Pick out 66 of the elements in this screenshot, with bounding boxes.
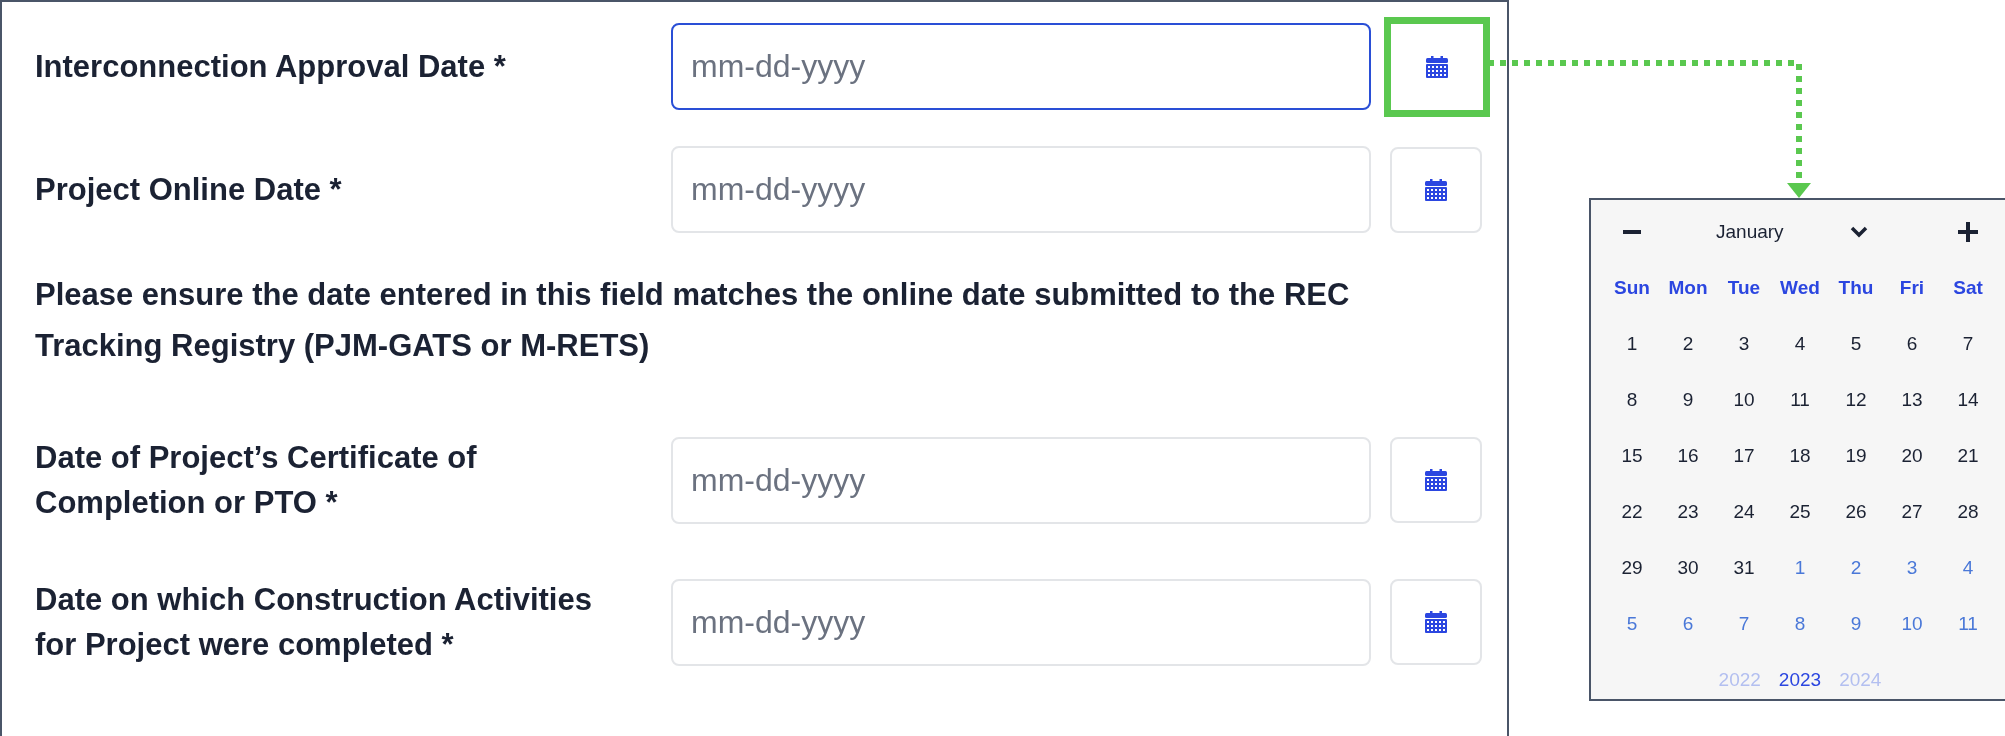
calendar-day[interactable]: 11 [1772,389,1828,411]
field-label: Date of Project’s Certificate of Completion or PTO * [35,439,478,522]
calendar-day[interactable]: 14 [1940,389,1996,411]
calendar-day[interactable]: 31 [1716,557,1772,579]
calendar-day[interactable]: 4 [1940,557,1996,579]
calendar-day[interactable]: 20 [1884,445,1940,467]
calendar-day[interactable]: 27 [1884,501,1940,523]
calendar-icon [1425,611,1447,633]
calendar-day[interactable]: 3 [1716,333,1772,355]
calendar-day[interactable]: 18 [1772,445,1828,467]
calendar-day[interactable]: 29 [1604,557,1660,579]
weekday-label: Sat [1952,277,1984,299]
field-label: Interconnection Approval Date * [35,48,507,86]
calendar-button[interactable] [1390,579,1482,665]
calendar-day[interactable]: 30 [1660,557,1716,579]
calendar-button[interactable] [1390,437,1482,523]
calendar-button[interactable] [1390,146,1482,233]
weekday-label: Tue [1726,277,1762,299]
calendar-day[interactable]: 10 [1884,613,1940,635]
calendar-day[interactable]: 7 [1716,613,1772,635]
calendar-day[interactable]: 8 [1772,613,1828,635]
year-option[interactable]: 2023 [1778,669,1822,691]
calendar-day[interactable]: 12 [1828,389,1884,411]
weekday-label: Fri [1898,277,1926,299]
calendar-day[interactable]: 13 [1884,389,1940,411]
calendar-day[interactable]: 4 [1772,333,1828,355]
field-label: Project Online Date * [35,171,343,209]
note-text: Please ensure the date entered in this field matches the online date submitted to the REC Tracking Registry (PJM-GATS or M-RETS) [35,276,1351,365]
calendar-day[interactable]: 11 [1940,613,1996,635]
calendar-day[interactable]: 9 [1828,613,1884,635]
calendar-day[interactable]: 10 [1716,389,1772,411]
calendar-day[interactable]: 5 [1604,613,1660,635]
calendar-day[interactable]: 6 [1660,613,1716,635]
chevron-down-icon [1850,226,1868,238]
calendar-day[interactable]: 24 [1716,501,1772,523]
calendar-day[interactable]: 28 [1940,501,1996,523]
weekday-label: Wed [1779,277,1821,299]
calendar-day[interactable]: 2 [1660,333,1716,355]
date-field[interactable]: mm-dd-yyyy [671,23,1371,110]
plus-icon[interactable] [1957,221,1979,243]
calendar-day[interactable]: 9 [1660,389,1716,411]
calendar-day[interactable]: 5 [1828,333,1884,355]
calendar-day[interactable]: 26 [1828,501,1884,523]
calendar-day[interactable]: 22 [1604,501,1660,523]
calendar-day[interactable]: 23 [1660,501,1716,523]
calendar-day[interactable]: 6 [1884,333,1940,355]
calendar-day[interactable]: 25 [1772,501,1828,523]
field-label: Date on which Construction Activities for Project were completed * [35,581,593,664]
weekday-label: Thu [1837,277,1875,299]
weekday-label: Sun [1613,277,1651,299]
calendar-day[interactable]: 15 [1604,445,1660,467]
calendar-day[interactable]: 3 [1884,557,1940,579]
calendar-day[interactable]: 8 [1604,389,1660,411]
calendar-day[interactable]: 16 [1660,445,1716,467]
calendar-day[interactable]: 19 [1828,445,1884,467]
calendar-icon [1425,178,1447,201]
month-select[interactable]: January [1716,216,1884,248]
calendar-day[interactable]: 21 [1940,445,1996,467]
calendar-day[interactable]: 1 [1772,557,1828,579]
weekday-label: Mon [1667,277,1709,299]
calendar-day[interactable]: 17 [1716,445,1772,467]
calendar-day[interactable]: 2 [1828,557,1884,579]
calendar-day[interactable]: 7 [1940,333,1996,355]
calendar-day[interactable]: 1 [1604,333,1660,355]
calendar-icon [1426,55,1448,78]
calendar-icon [1425,469,1447,491]
